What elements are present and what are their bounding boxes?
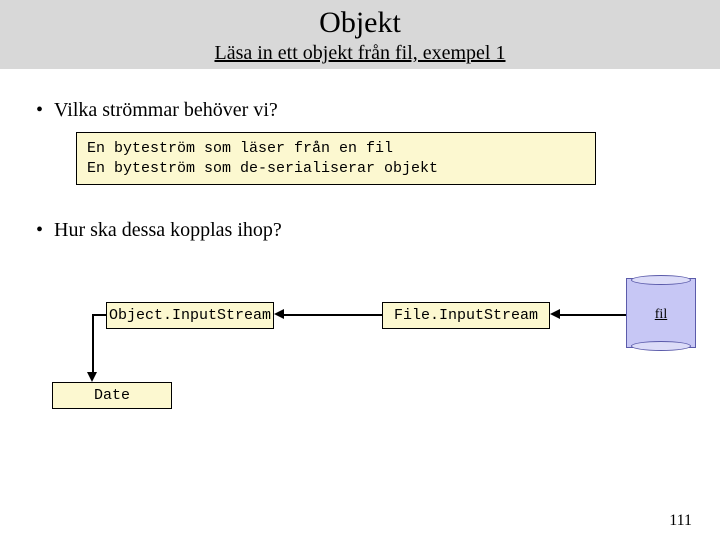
arrow-ois-to-date-h (92, 314, 106, 316)
stream-diagram: Object.InputStream File.InputStream Date… (30, 272, 690, 422)
code-box: En byteström som läser från en fil En by… (76, 132, 596, 185)
bullet-1: Vilka strömmar behöver vi? (30, 99, 690, 122)
slide-subtitle: Läsa in ett objekt från fil, exempel 1 (0, 42, 720, 65)
slide-title: Objekt (0, 6, 720, 40)
node-date: Date (52, 382, 172, 409)
file-label: fil (627, 307, 695, 323)
arrow-ois-to-date-v (92, 314, 94, 372)
page-number: 111 (669, 512, 692, 530)
node-object-input-stream: Object.InputStream (106, 302, 274, 329)
node-file-input-stream: File.InputStream (382, 302, 550, 329)
arrowhead-ois-to-date (87, 372, 97, 382)
bullet-2: Hur ska dessa kopplas ihop? (30, 219, 690, 242)
arrowhead-file-to-fis (550, 309, 560, 319)
arrow-fis-to-ois (284, 314, 382, 316)
arrow-file-to-fis (560, 314, 626, 316)
arrowhead-fis-to-ois (274, 309, 284, 319)
slide-header: Objekt Läsa in ett objekt från fil, exem… (0, 0, 720, 69)
slide-body: Vilka strömmar behöver vi? En byteström … (0, 69, 720, 422)
file-scroll-icon: fil (626, 278, 696, 348)
